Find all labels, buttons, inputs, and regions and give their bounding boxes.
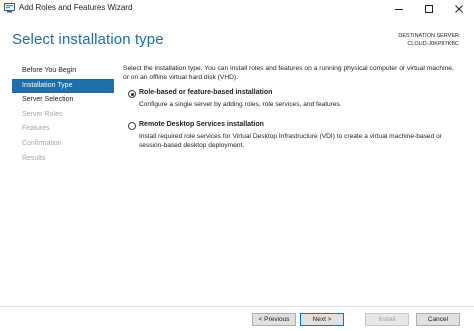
minimize-button[interactable] xyxy=(384,0,414,17)
wizard-steps-nav: Before You Begin Installation Type Serve… xyxy=(12,64,114,166)
window-titlebar: Add Roles and Features Wizard xyxy=(0,0,474,17)
remote-desktop-description: Install required role services for Virtu… xyxy=(139,133,442,150)
install-button: Install xyxy=(365,313,409,326)
nav-item-server-roles: Server Roles xyxy=(22,110,63,118)
remote-desktop-label[interactable]: Remote Desktop Services installation xyxy=(139,121,264,128)
nav-item-server-selection[interactable]: Server Selection xyxy=(12,93,114,108)
role-based-label[interactable]: Role-based or feature-based installation xyxy=(139,89,272,96)
minimize-icon xyxy=(395,8,403,10)
server-manager-icon xyxy=(4,3,15,13)
close-button[interactable] xyxy=(444,0,474,17)
destination-server-name: CLOUD-J0KP87KBC xyxy=(407,41,459,47)
role-based-description: Configure a single server by adding role… xyxy=(139,101,342,108)
footer-divider xyxy=(0,306,474,307)
intro-text: Select the installation type. You can in… xyxy=(123,65,454,82)
nav-item-before-you-begin[interactable]: Before You Begin xyxy=(12,64,114,79)
role-based-radio[interactable] xyxy=(128,90,136,98)
maximize-icon xyxy=(425,4,433,13)
previous-button[interactable]: < Previous xyxy=(252,313,296,326)
next-button[interactable]: Next > xyxy=(300,313,344,326)
destination-server-info: DESTINATION SERVER CLOUD-J0KP87KBC xyxy=(398,32,459,48)
close-icon xyxy=(455,4,463,13)
window-title: Add Roles and Features Wizard xyxy=(19,3,133,12)
maximize-button[interactable] xyxy=(414,0,444,17)
nav-item-results: Results xyxy=(22,154,46,162)
main-content: Select the installation type. You can in… xyxy=(123,64,461,149)
destination-label: DESTINATION SERVER xyxy=(398,33,459,39)
nav-item-installation-type[interactable]: Installation Type xyxy=(12,78,114,94)
page-title: Select installation type xyxy=(12,31,164,48)
cancel-button[interactable]: Cancel xyxy=(416,313,460,326)
nav-item-features: Features xyxy=(22,125,50,133)
remote-desktop-radio[interactable] xyxy=(128,122,136,130)
nav-item-confirmation: Confirmation xyxy=(22,139,62,147)
